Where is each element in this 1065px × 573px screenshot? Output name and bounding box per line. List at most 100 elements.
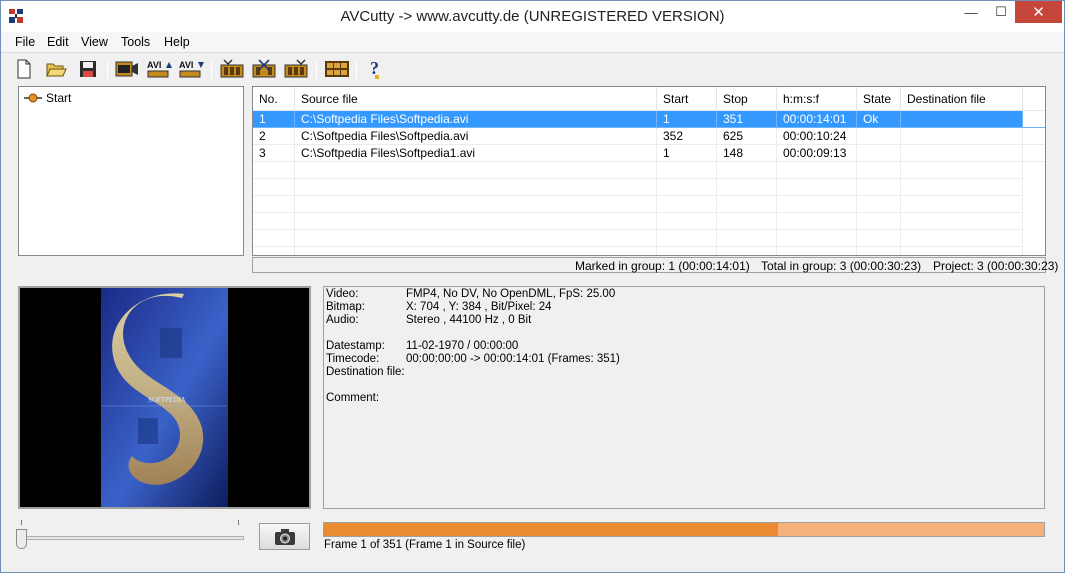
cut-end-button[interactable] (283, 57, 309, 81)
table-cell-dest (901, 145, 1023, 162)
table-cell-empty (777, 213, 857, 230)
table-cell-dest (901, 111, 1023, 128)
table-cell-empty (295, 213, 657, 230)
project-total: Project: 3 (00:00:30:23) (933, 259, 1059, 273)
table-cell-no: 1 (253, 111, 295, 128)
column-header-hms[interactable]: h:m:s:f (777, 87, 857, 111)
menu-bar: File Edit View Tools Help (1, 32, 1064, 53)
cut-scissors-button[interactable] (251, 57, 277, 81)
table-cell-no: 3 (253, 145, 295, 162)
avi-import-button[interactable]: AVI (146, 57, 172, 81)
table-cell-empty (253, 230, 295, 247)
table-cell-empty (901, 230, 1023, 247)
menu-help[interactable]: Help (164, 35, 190, 49)
table-cell-empty (777, 162, 857, 179)
table-cell-empty (857, 230, 901, 247)
table-cell-empty (295, 179, 657, 196)
menu-tools[interactable]: Tools (121, 35, 150, 49)
table-cell-empty (777, 179, 857, 196)
column-header-start[interactable]: Start (657, 87, 717, 111)
menu-edit[interactable]: Edit (47, 35, 69, 49)
table-cell-empty (777, 196, 857, 213)
table-cell-empty (657, 196, 717, 213)
open-file-button[interactable] (43, 57, 69, 81)
maximize-button[interactable]: ☐ (986, 1, 1016, 23)
table-cell-state: Ok (857, 111, 901, 128)
save-button[interactable] (75, 57, 101, 81)
table-cell-empty (253, 247, 295, 255)
capture-button[interactable] (114, 57, 140, 81)
table-cell-empty (857, 247, 901, 255)
tree-node-icon (24, 93, 42, 103)
table-cell-empty (295, 247, 657, 255)
table-row-empty (253, 213, 1045, 230)
column-header-state[interactable]: State (857, 87, 901, 111)
toolbar-separator (107, 59, 108, 79)
table-cell-dest (901, 128, 1023, 145)
avi-export-button[interactable]: AVI (178, 57, 204, 81)
table-cell-hms: 00:00:09:13 (777, 145, 857, 162)
table-cell-empty (901, 179, 1023, 196)
toolbar: AVI AVI ? (1, 53, 1064, 83)
table-cell-empty (857, 179, 901, 196)
table-cell-start: 1 (657, 145, 717, 162)
avi-import-icon: AVI (147, 60, 172, 78)
frame-slider-thumb[interactable] (16, 529, 27, 549)
toolbar-separator (211, 59, 212, 79)
snapshot-button[interactable] (259, 523, 310, 550)
table-cell-empty (253, 162, 295, 179)
column-header-source[interactable]: Source file (295, 87, 657, 111)
cut-start-icon (220, 59, 244, 78)
menu-view[interactable]: View (81, 35, 108, 49)
preview-watermark: SOFTPEDIA (148, 396, 186, 404)
column-header-stop[interactable]: Stop (717, 87, 777, 111)
table-cell-state (857, 128, 901, 145)
minimize-button[interactable]: — (956, 1, 986, 23)
table-cell-empty (777, 230, 857, 247)
table-cell-empty (717, 179, 777, 196)
table-cell-source: C:\Softpedia Files\Softpedia.avi (295, 111, 657, 128)
close-button[interactable]: ✕ (1015, 1, 1062, 23)
open-folder-icon (46, 63, 67, 77)
table-cell-empty (295, 196, 657, 213)
table-cell-no: 2 (253, 128, 295, 145)
table-cell-stop: 625 (717, 128, 777, 145)
table-cell-empty (717, 196, 777, 213)
table-row[interactable]: 1 C:\Softpedia Files\Softpedia.avi 1 351 00:… (253, 111, 1045, 128)
cut-start-button[interactable] (219, 57, 245, 81)
table-row-empty (253, 162, 1045, 179)
video-preview[interactable]: SOFTPEDIA (18, 286, 311, 509)
title-bar[interactable]: AVCutty -> www.avcutty.de (UNREGISTERED … (1, 1, 1064, 32)
frames-grid-icon (325, 61, 349, 77)
frame-slider-track[interactable] (18, 536, 244, 540)
frames-grid-button[interactable] (324, 57, 350, 81)
table-cell-empty (657, 162, 717, 179)
menu-file[interactable]: File (15, 35, 35, 49)
cut-end-icon (284, 59, 308, 78)
new-file-button[interactable] (11, 57, 37, 81)
table-row[interactable]: 3 C:\Softpedia Files\Softpedia1.avi 1 148 00… (253, 145, 1045, 162)
table-cell-filler (1023, 128, 1045, 145)
svg-text:AVI: AVI (147, 60, 161, 70)
table-cell-empty (901, 162, 1023, 179)
table-cell-empty (657, 230, 717, 247)
slider-tick (238, 520, 239, 525)
table-cell-empty (657, 179, 717, 196)
column-header-no[interactable]: No. (253, 87, 295, 111)
table-cell-empty (901, 247, 1023, 255)
table-row[interactable]: 2 C:\Softpedia Files\Softpedia.avi 352 625 0… (253, 128, 1045, 145)
preview-frame-image: SOFTPEDIA (20, 288, 309, 507)
tree-node-start[interactable]: Start (24, 91, 71, 105)
progress-fill (324, 523, 778, 536)
frame-position-label: Frame 1 of 351 (Frame 1 in Source file) (324, 539, 526, 551)
column-header-destination[interactable]: Destination file (901, 87, 1023, 111)
help-button[interactable]: ? (363, 57, 389, 81)
table-header: No. Source file Start Stop h:m:s:f State… (253, 87, 1045, 111)
table-cell-filler (1023, 145, 1045, 162)
table-cell-empty (657, 247, 717, 255)
table-cell-source: C:\Softpedia Files\Softpedia.avi (295, 128, 657, 145)
new-file-icon (17, 59, 31, 79)
group-tree[interactable]: Start (18, 86, 244, 256)
segment-table[interactable]: No. Source file Start Stop h:m:s:f State… (252, 86, 1046, 256)
table-cell-empty (901, 196, 1023, 213)
